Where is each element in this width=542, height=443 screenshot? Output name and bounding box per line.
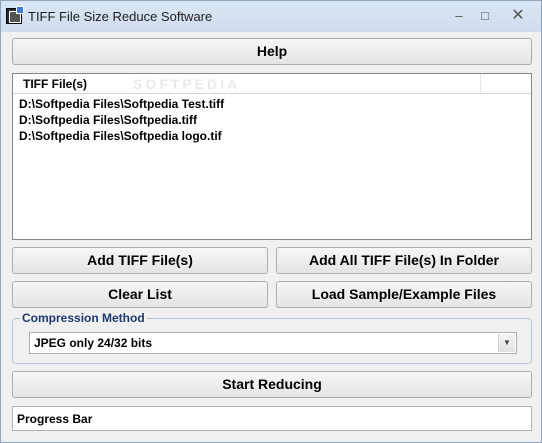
- list-item[interactable]: D:\Softpedia Files\Softpedia logo.tif: [19, 128, 222, 144]
- compression-method-value: JPEG only 24/32 bits: [34, 336, 153, 350]
- help-button[interactable]: Help: [12, 38, 532, 65]
- file-list[interactable]: TIFF File(s) SOFTPEDIA D:\Softpedia File…: [12, 73, 532, 240]
- maximize-button[interactable]: □: [472, 6, 498, 26]
- clear-list-button[interactable]: Clear List: [12, 281, 268, 308]
- main-window: TIFF File Size Reduce Software – □ ✕ Hel…: [0, 0, 542, 443]
- compression-method-label: Compression Method: [20, 311, 147, 325]
- start-reducing-button[interactable]: Start Reducing: [12, 371, 532, 398]
- app-icon: [6, 6, 24, 24]
- progress-bar: Progress Bar: [12, 406, 532, 431]
- minimize-button[interactable]: –: [446, 6, 472, 26]
- watermark: SOFTPEDIA: [133, 76, 241, 92]
- load-sample-button[interactable]: Load Sample/Example Files: [276, 281, 532, 308]
- chevron-down-icon[interactable]: ▼: [498, 334, 515, 352]
- add-tiff-files-button[interactable]: Add TIFF File(s): [12, 247, 268, 274]
- column-header-tiff-files[interactable]: TIFF File(s): [13, 74, 481, 94]
- progress-label: Progress Bar: [17, 412, 93, 426]
- list-item[interactable]: D:\Softpedia Files\Softpedia.tiff: [19, 112, 197, 128]
- file-list-header: TIFF File(s) SOFTPEDIA: [13, 74, 531, 94]
- window-title: TIFF File Size Reduce Software: [28, 9, 213, 24]
- compression-method-select[interactable]: JPEG only 24/32 bits ▼: [29, 332, 517, 354]
- list-item[interactable]: D:\Softpedia Files\Softpedia Test.tiff: [19, 96, 224, 112]
- close-button[interactable]: ✕: [501, 6, 535, 26]
- compression-method-group: Compression Method JPEG only 24/32 bits …: [12, 311, 532, 364]
- title-bar[interactable]: TIFF File Size Reduce Software – □ ✕: [1, 1, 541, 32]
- add-folder-button[interactable]: Add All TIFF File(s) In Folder: [276, 247, 532, 274]
